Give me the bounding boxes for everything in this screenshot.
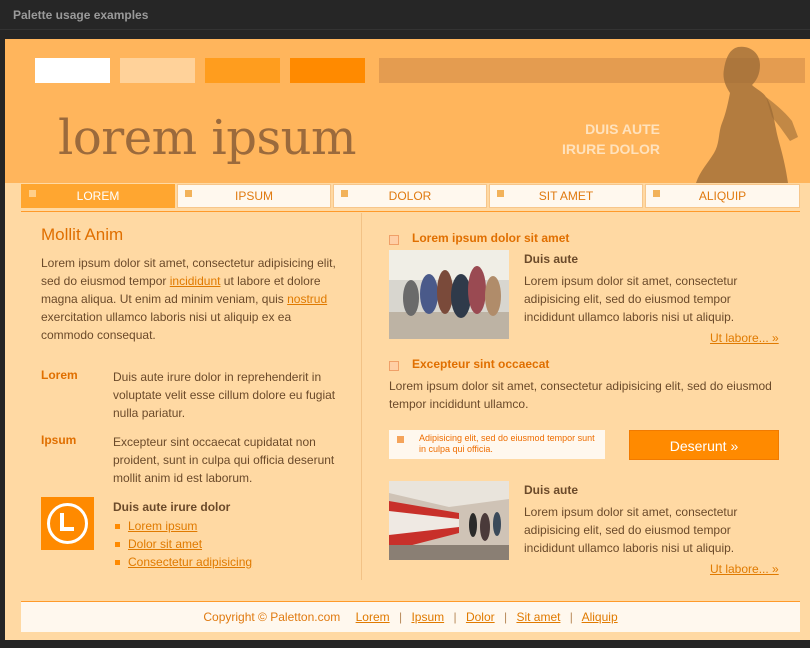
footer-link-aliquip[interactable]: Aliquip [582, 610, 618, 624]
nav-item-lorem[interactable]: LOREM [21, 184, 175, 208]
crowd-photo [389, 250, 509, 339]
link-dolor-sit-amet[interactable]: Dolor sit amet [128, 537, 202, 551]
nav-bullet-icon [653, 190, 660, 197]
tagline-line-1: DUIS AUTE [585, 121, 660, 137]
footer-separator: | [503, 610, 508, 624]
nav-item-label: SIT AMET [538, 189, 594, 203]
woman-silhouette-image [696, 46, 798, 183]
definition-lorem: Lorem Duis aute irure dolor in reprehend… [41, 368, 341, 428]
link-nostrud[interactable]: nostrud [287, 292, 327, 306]
section-title-1: Lorem ipsum dolor sit amet [412, 231, 570, 245]
info-note: Adipisicing elit, sed do eiusmod tempor … [389, 430, 605, 459]
nav-item-label: DOLOR [388, 189, 432, 203]
column-divider [361, 213, 362, 580]
list-item: Lorem ipsum [113, 517, 252, 535]
list-item: Dolor sit amet [113, 535, 252, 553]
copyright-text: Copyright © Paletton.com [203, 610, 341, 624]
section-bullet-icon [389, 361, 399, 371]
window-titlebar: Palette usage examples [0, 0, 810, 30]
header-tagline: DUIS AUTE IRURE DOLOR [562, 119, 660, 159]
definition-term: Ipsum [41, 433, 77, 447]
main-nav: LOREM IPSUM DOLOR SIT AMET ALIQUIP [21, 184, 800, 211]
nav-item-sit-amet[interactable]: SIT AMET [489, 184, 643, 208]
section-bullet-icon [389, 235, 399, 245]
palette-swatch-4 [290, 58, 365, 83]
page-preview: lorem ipsum DUIS AUTE IRURE DOLOR LOREM … [5, 39, 810, 640]
nav-underline [21, 211, 800, 212]
nav-item-label: ALIQUIP [698, 189, 747, 203]
nav-item-aliquip[interactable]: ALIQUIP [645, 184, 800, 208]
item-title-1: Duis aute [524, 252, 579, 266]
palette-swatch-1 [35, 58, 110, 83]
deserunt-button[interactable]: Deserunt » [629, 430, 779, 460]
nav-bullet-icon [341, 190, 348, 197]
tagline-line-2: IRURE DOLOR [562, 141, 660, 157]
footer-link-sit-amet[interactable]: Sit amet [516, 610, 560, 624]
window-frame: lorem ipsum DUIS AUTE IRURE DOLOR LOREM … [0, 30, 810, 648]
item-title-2: Duis aute [524, 483, 579, 497]
definition-ipsum: Ipsum Excepteur sint occaecat cupidatat … [41, 433, 341, 493]
nav-bullet-icon [497, 190, 504, 197]
window-title: Palette usage examples [13, 8, 149, 22]
train-photo [389, 481, 509, 560]
note-text: Adipisicing elit, sed do eiusmod tempor … [419, 433, 595, 454]
read-more-link-1[interactable]: Ut labore... » [710, 331, 779, 345]
nav-bullet-icon [185, 190, 192, 197]
read-more-link-2[interactable]: Ut labore... » [710, 562, 779, 576]
quick-links-list: Lorem ipsum Dolor sit amet Consectetur a… [113, 517, 252, 571]
page-footer: Copyright © Paletton.com Lorem | Ipsum |… [21, 601, 800, 632]
quick-links-title: Duis aute irure dolor [113, 500, 231, 514]
left-column: Mollit Anim Lorem ipsum dolor sit amet, … [41, 225, 341, 344]
footer-link-lorem[interactable]: Lorem [356, 610, 390, 624]
item-text-2: Lorem ipsum dolor sit amet, consectetur … [524, 505, 738, 555]
nav-bullet-icon [29, 190, 36, 197]
section-heading: Mollit Anim [41, 225, 124, 244]
site-logo-text: lorem ipsum [58, 110, 357, 166]
link-incididunt[interactable]: incididunt [170, 274, 221, 288]
intro-paragraph: Lorem ipsum dolor sit amet, consectetur … [41, 254, 341, 344]
definition-text: Excepteur sint occaecat cupidatat non pr… [113, 435, 335, 485]
palette-swatch-2 [120, 58, 195, 83]
nav-item-ipsum[interactable]: IPSUM [177, 184, 331, 208]
page-header: lorem ipsum DUIS AUTE IRURE DOLOR [5, 39, 810, 183]
definition-term: Lorem [41, 368, 78, 382]
clock-icon [41, 497, 94, 550]
footer-separator: | [453, 610, 457, 624]
section-title-2: Excepteur sint occaecat [412, 357, 550, 371]
footer-separator: | [398, 610, 403, 624]
nav-item-label: LOREM [76, 189, 120, 203]
item-text-1: Lorem ipsum dolor sit amet, consectetur … [524, 274, 738, 324]
definition-text: Duis aute irure dolor in reprehenderit i… [113, 370, 336, 420]
note-bullet-icon [397, 436, 404, 443]
footer-separator: | [569, 610, 573, 624]
nav-item-label: IPSUM [234, 189, 273, 203]
footer-link-ipsum[interactable]: Ipsum [411, 610, 444, 624]
footer-link-dolor[interactable]: Dolor [466, 610, 495, 624]
link-lorem-ipsum[interactable]: Lorem ipsum [128, 519, 197, 533]
nav-item-dolor[interactable]: DOLOR [333, 184, 487, 208]
quick-links: Duis aute irure dolor Lorem ipsum Dolor … [113, 500, 252, 571]
intro-text-3: exercitation ullamco laboris nisi ut ali… [41, 310, 292, 342]
link-consectetur[interactable]: Consectetur adipisicing [128, 555, 252, 569]
section-text-2: Lorem ipsum dolor sit amet, consectetur … [389, 379, 772, 411]
palette-swatch-3 [205, 58, 280, 83]
list-item: Consectetur adipisicing [113, 553, 252, 571]
